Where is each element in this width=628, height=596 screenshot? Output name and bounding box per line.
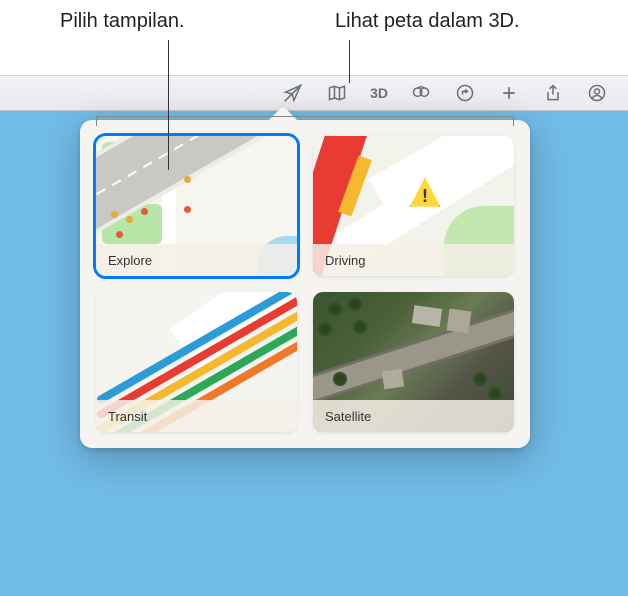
directions-button[interactable] [454, 82, 476, 104]
mode-transit[interactable]: Transit [96, 292, 297, 432]
mode-satellite-label: Satellite [313, 400, 514, 432]
location-button[interactable] [282, 82, 304, 104]
share-button[interactable] [542, 82, 564, 104]
callout-layer: Pilih tampilan. Lihat peta dalam 3D. [0, 0, 628, 80]
map-mode-button[interactable] [326, 82, 348, 104]
mode-satellite[interactable]: Satellite [313, 292, 514, 432]
mode-explore[interactable]: Explore [96, 136, 297, 276]
callout-line [349, 40, 350, 83]
mode-driving[interactable]: Driving [313, 136, 514, 276]
look-around-button[interactable] [410, 82, 432, 104]
3d-button[interactable]: 3D [370, 82, 388, 104]
mode-explore-label: Explore [96, 244, 297, 276]
map-mode-popover: Explore Driving Transit [80, 120, 530, 448]
toolbar: 3D [0, 75, 628, 111]
callout-3d: Lihat peta dalam 3D. [335, 10, 520, 33]
callout-choose-view: Pilih tampilan. [60, 10, 185, 33]
callout-line [168, 40, 169, 170]
mode-driving-label: Driving [313, 244, 514, 276]
account-button[interactable] [586, 82, 608, 104]
add-button[interactable] [498, 82, 520, 104]
mode-transit-label: Transit [96, 400, 297, 432]
